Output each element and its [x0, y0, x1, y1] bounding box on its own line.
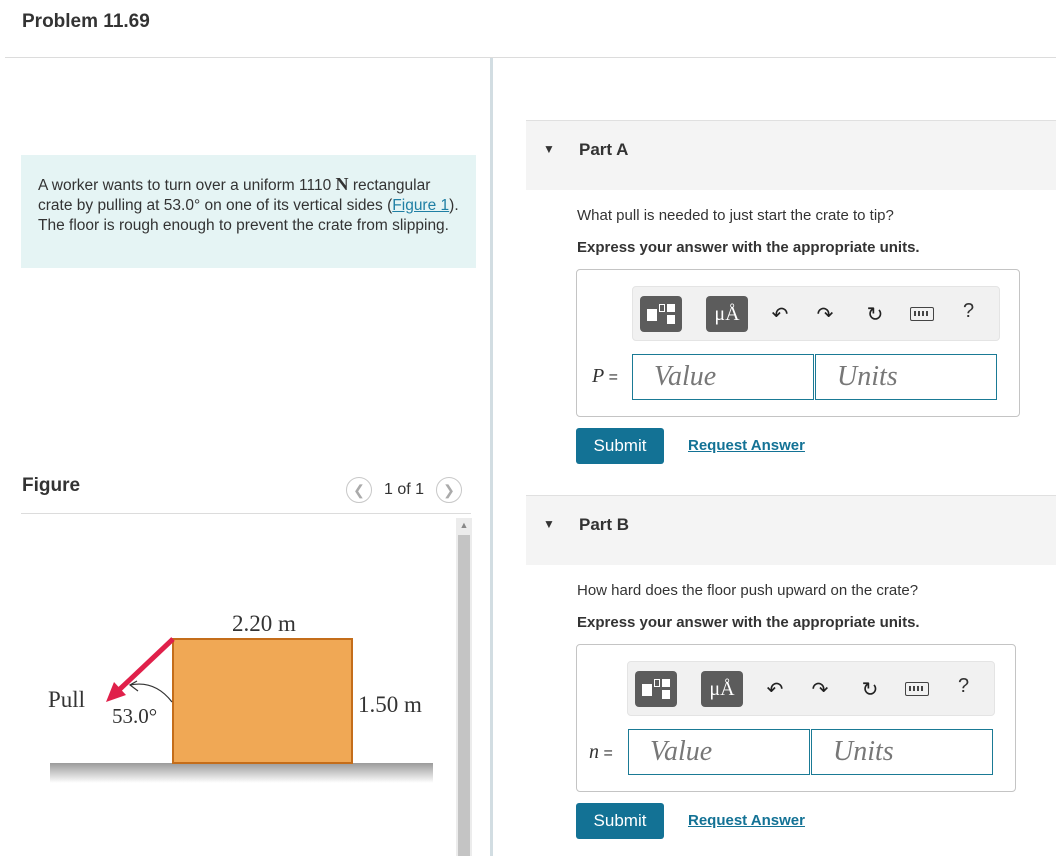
undo-icon[interactable]: ↶: [763, 677, 787, 702]
part-a-variable: P =: [592, 365, 619, 387]
width-label: 2.20 m: [232, 611, 296, 636]
pull-arrow: [118, 637, 175, 691]
problem-statement: A worker wants to turn over a uniform 11…: [21, 155, 476, 268]
floor: [50, 763, 433, 783]
weight-unit: N: [335, 174, 349, 194]
keyboard-icon[interactable]: [910, 307, 934, 321]
divider: [21, 513, 471, 514]
part-a-value-input[interactable]: Value: [632, 354, 814, 400]
templates-icon[interactable]: [635, 671, 677, 707]
crate-figure: 2.20 m 1.50 m Pull 53.0°: [48, 611, 433, 783]
part-a-request-answer-link[interactable]: Request Answer: [688, 437, 805, 454]
reset-icon[interactable]: ↻: [858, 677, 882, 702]
redo-icon[interactable]: ↷: [808, 677, 832, 702]
scroll-up-icon[interactable]: ▲: [459, 520, 469, 530]
units-button[interactable]: μÅ: [701, 671, 743, 707]
figure-link[interactable]: Figure 1: [392, 197, 449, 214]
part-b-value-input[interactable]: Value: [628, 729, 810, 775]
math-toolbar: μÅ ↶ ↷ ↻ ?: [632, 286, 1000, 341]
part-b-units-input[interactable]: Units: [811, 729, 993, 775]
crate: [172, 638, 353, 764]
part-a-units-input[interactable]: Units: [815, 354, 997, 400]
chevron-right-icon[interactable]: ❯: [436, 477, 463, 503]
divider: [5, 57, 1056, 58]
part-b-request-answer-link[interactable]: Request Answer: [688, 812, 805, 829]
figure-counter: 1 of 1: [384, 481, 425, 498]
part-a-submit-button[interactable]: Submit: [576, 428, 664, 464]
part-b-instruction: Express your answer with the appropriate…: [577, 614, 920, 631]
part-b-submit-button[interactable]: Submit: [576, 803, 664, 839]
angle-arc: [129, 683, 173, 703]
figure-heading: Figure: [22, 475, 81, 496]
help-icon[interactable]: ?: [963, 300, 974, 323]
chevron-left-icon[interactable]: ❮: [346, 477, 372, 503]
pull-label: Pull: [48, 687, 85, 712]
help-icon[interactable]: ?: [958, 675, 969, 698]
angle-label: 53.0°: [112, 704, 157, 728]
units-button[interactable]: μÅ: [706, 296, 748, 332]
part-a-instruction: Express your answer with the appropriate…: [577, 239, 920, 256]
figure-pager: ❮ 1 of 1 ❯: [346, 477, 463, 503]
part-a-answer-box: μÅ ↶ ↷ ↻ ? P = Value Units: [576, 269, 1020, 417]
height-label: 1.50 m: [358, 692, 422, 717]
part-b-title[interactable]: Part B: [579, 515, 629, 535]
caret-down-icon[interactable]: ▼: [543, 517, 555, 531]
angle-arc-tip: [128, 680, 139, 692]
part-a-question: What pull is needed to just start the cr…: [577, 207, 894, 224]
problem-text-1: A worker wants to turn over a uniform 11…: [38, 177, 336, 194]
figure-scrollbar-thumb[interactable]: [458, 535, 470, 856]
part-b-question: How hard does the floor push upward on t…: [577, 582, 919, 599]
caret-down-icon[interactable]: ▼: [543, 142, 555, 156]
reset-icon[interactable]: ↻: [863, 302, 887, 327]
keyboard-icon[interactable]: [905, 682, 929, 696]
column-divider: [490, 58, 493, 856]
math-toolbar: μÅ ↶ ↷ ↻ ?: [627, 661, 995, 716]
templates-icon[interactable]: [640, 296, 682, 332]
part-a-title[interactable]: Part A: [579, 140, 628, 160]
undo-icon[interactable]: ↶: [768, 302, 792, 327]
part-b-variable: n =: [589, 741, 613, 763]
part-b-answer-box: μÅ ↶ ↷ ↻ ? n = Value Units: [576, 644, 1016, 792]
redo-icon[interactable]: ↷: [813, 302, 837, 327]
page-title: Problem 11.69: [22, 11, 150, 32]
